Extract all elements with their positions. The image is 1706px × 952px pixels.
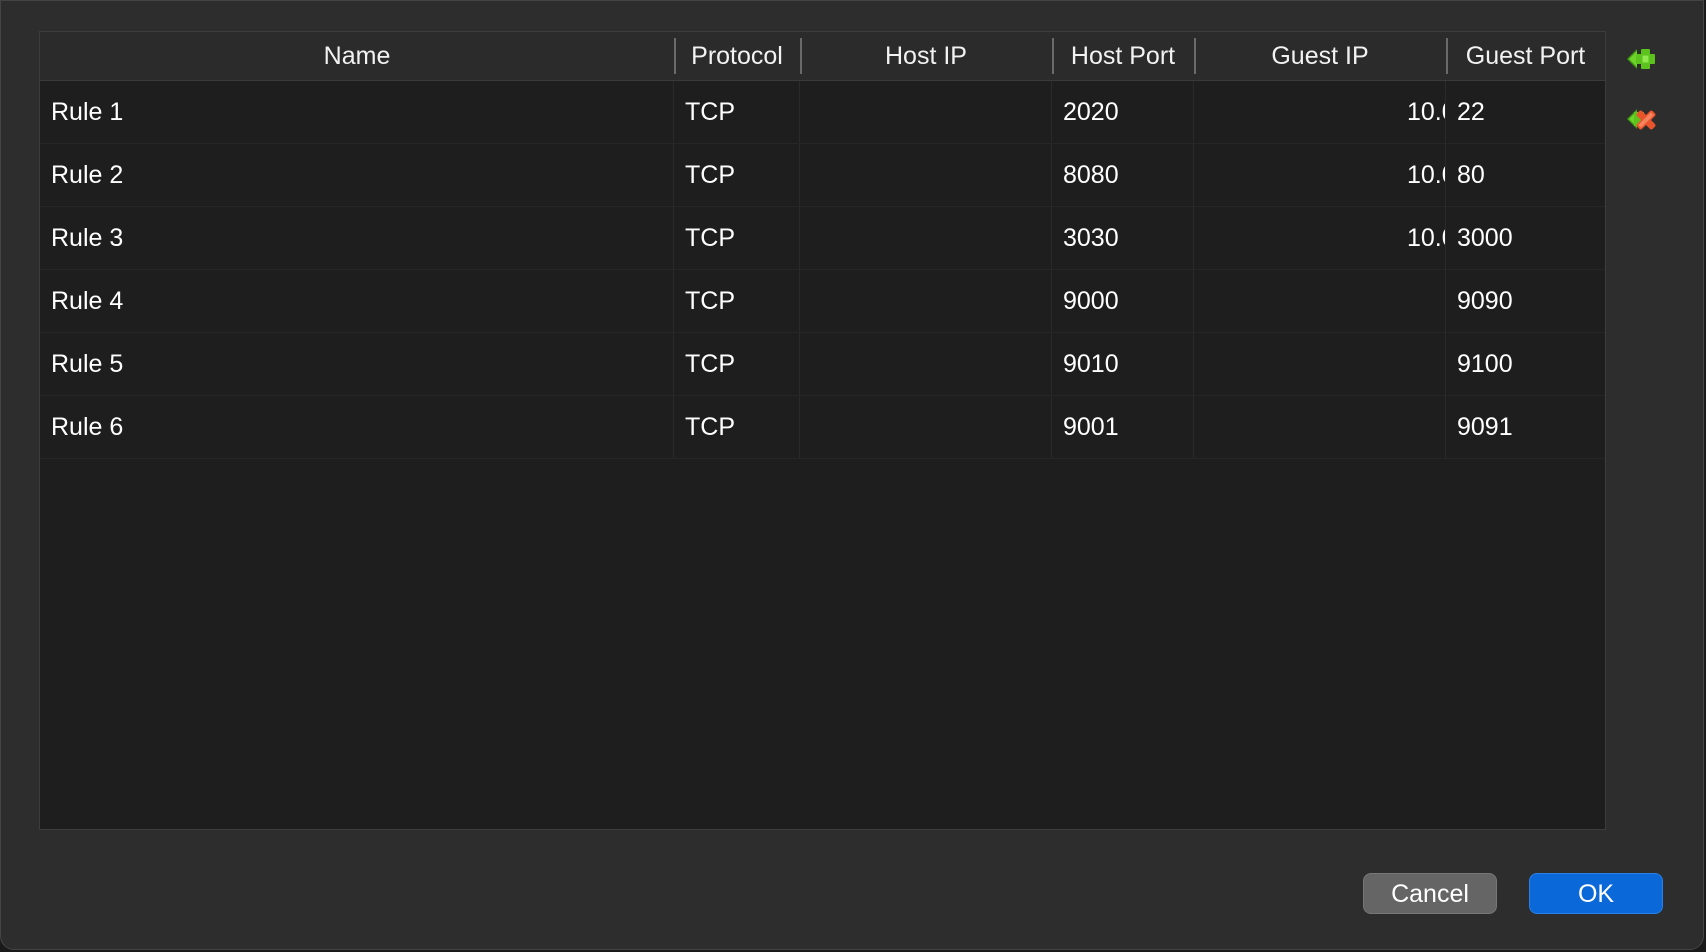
cell-name[interactable]: Rule 1 <box>40 81 674 143</box>
cell-host-port[interactable]: 9010 <box>1052 333 1194 395</box>
cell-guest-port[interactable]: 9091 <box>1446 396 1605 458</box>
cell-guest-port[interactable]: 3000 <box>1446 207 1605 269</box>
cell-guest-ip[interactable]: 10.0.2.15 <box>1194 144 1446 206</box>
cell-host-ip[interactable] <box>800 333 1052 395</box>
column-header-protocol[interactable]: Protocol <box>674 32 800 80</box>
cell-host-ip[interactable] <box>800 144 1052 206</box>
cell-host-port[interactable]: 9000 <box>1052 270 1194 332</box>
cell-name[interactable]: Rule 6 <box>40 396 674 458</box>
cell-host-ip[interactable] <box>800 396 1052 458</box>
cell-protocol[interactable]: TCP <box>674 396 800 458</box>
column-header-host-port[interactable]: Host Port <box>1052 32 1194 80</box>
cell-guest-ip[interactable] <box>1194 333 1446 395</box>
table-row[interactable]: Rule 6 TCP 9001 9091 <box>40 396 1605 459</box>
cell-protocol[interactable]: TCP <box>674 333 800 395</box>
table-header: Name Protocol Host IP Host Port Guest IP… <box>40 32 1605 81</box>
cell-protocol[interactable]: TCP <box>674 207 800 269</box>
cell-host-ip[interactable] <box>800 270 1052 332</box>
column-header-host-ip[interactable]: Host IP <box>800 32 1052 80</box>
cell-name[interactable]: Rule 5 <box>40 333 674 395</box>
cell-host-port[interactable]: 9001 <box>1052 396 1194 458</box>
cell-name[interactable]: Rule 4 <box>40 270 674 332</box>
cancel-button[interactable]: Cancel <box>1363 873 1497 914</box>
table-row[interactable]: Rule 5 TCP 9010 9100 <box>40 333 1605 396</box>
cell-host-port[interactable]: 3030 <box>1052 207 1194 269</box>
remove-rule-button[interactable] <box>1621 99 1661 139</box>
cell-host-ip[interactable] <box>800 207 1052 269</box>
cell-guest-ip[interactable]: 10.0.2.15 <box>1194 81 1446 143</box>
add-rule-button[interactable] <box>1621 39 1661 79</box>
cell-protocol[interactable]: TCP <box>674 270 800 332</box>
rules-table: Name Protocol Host IP Host Port Guest IP… <box>39 31 1606 830</box>
cell-guest-ip[interactable]: 10.0.2.15 <box>1194 207 1446 269</box>
ok-button[interactable]: OK <box>1529 873 1663 914</box>
cell-host-ip[interactable] <box>800 81 1052 143</box>
cell-guest-port[interactable]: 9100 <box>1446 333 1605 395</box>
cell-name[interactable]: Rule 2 <box>40 144 674 206</box>
cell-guest-ip[interactable] <box>1194 396 1446 458</box>
remove-rule-icon <box>1627 109 1656 130</box>
cell-host-port[interactable]: 2020 <box>1052 81 1194 143</box>
column-header-name[interactable]: Name <box>40 32 674 80</box>
cell-guest-ip[interactable] <box>1194 270 1446 332</box>
table-row[interactable]: Rule 3 TCP 3030 10.0.2.15 3000 <box>40 207 1605 270</box>
add-rule-icon <box>1627 49 1655 69</box>
table-row[interactable]: Rule 4 TCP 9000 9090 <box>40 270 1605 333</box>
cell-guest-port[interactable]: 9090 <box>1446 270 1605 332</box>
cell-protocol[interactable]: TCP <box>674 144 800 206</box>
cell-protocol[interactable]: TCP <box>674 81 800 143</box>
column-header-guest-port[interactable]: Guest Port <box>1446 32 1605 80</box>
cell-guest-port[interactable]: 22 <box>1446 81 1605 143</box>
cell-host-port[interactable]: 8080 <box>1052 144 1194 206</box>
table-row[interactable]: Rule 2 TCP 8080 10.0.2.15 80 <box>40 144 1605 207</box>
table-row[interactable]: Rule 1 TCP 2020 10.0.2.15 22 <box>40 81 1605 144</box>
cell-name[interactable]: Rule 3 <box>40 207 674 269</box>
cell-guest-port[interactable]: 80 <box>1446 144 1605 206</box>
column-header-guest-ip[interactable]: Guest IP <box>1194 32 1446 80</box>
port-forwarding-dialog: Name Protocol Host IP Host Port Guest IP… <box>0 0 1704 950</box>
